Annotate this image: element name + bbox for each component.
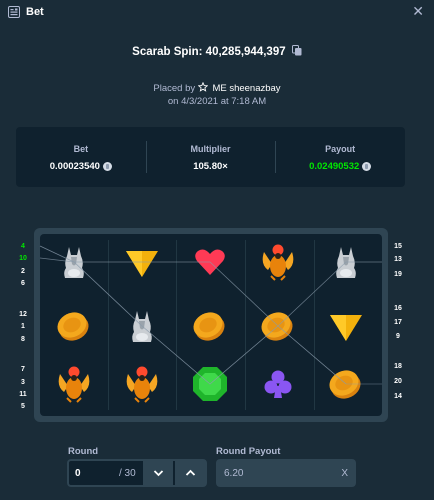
round-stepper: 0 / 30 bbox=[67, 459, 207, 487]
reel-divider bbox=[314, 240, 315, 410]
payline-number-right: 19 bbox=[394, 271, 402, 278]
reel-divider bbox=[176, 240, 177, 410]
payline-number-left: 1 bbox=[21, 323, 25, 330]
payline-number-left: 6 bbox=[21, 280, 25, 287]
reel-divider bbox=[245, 240, 246, 410]
game-name: Scarab Spin: bbox=[132, 46, 203, 58]
club-symbol bbox=[256, 362, 300, 406]
payout-value-row: 0.02490532 bbox=[309, 161, 372, 172]
multiplier-label: Multiplier bbox=[190, 144, 231, 154]
placed-prefix: Placed by bbox=[153, 83, 196, 94]
payline-number-left: 2 bbox=[21, 268, 25, 275]
scarab-symbol bbox=[256, 240, 300, 284]
scarab-symbol bbox=[52, 362, 96, 406]
coin-icon bbox=[362, 162, 372, 171]
previous-round-button[interactable] bbox=[143, 461, 173, 485]
star-icon bbox=[197, 82, 208, 92]
close-icon[interactable]: ✕ bbox=[412, 4, 424, 18]
payline-number-left: 8 bbox=[21, 336, 25, 343]
bet-stats-panel: Bet 0.00023540 Multiplier 105.80× Payout… bbox=[16, 127, 405, 187]
payline-number-left: 12 bbox=[19, 311, 27, 318]
reel-divider bbox=[108, 240, 109, 410]
jackal-symbol bbox=[324, 240, 368, 284]
title-bar: Bet ✕ bbox=[0, 0, 434, 24]
chevron-up-icon bbox=[185, 469, 195, 476]
bet-heading: Scarab Spin: 40,285,944,397 bbox=[0, 45, 434, 58]
chevron-down-icon bbox=[153, 470, 163, 477]
bet-id: 40,285,944,397 bbox=[205, 46, 286, 58]
copy-icon[interactable] bbox=[291, 45, 302, 56]
next-round-button[interactable] bbox=[175, 461, 205, 485]
round-payout-value: 6.20 bbox=[224, 467, 244, 479]
heart-symbol bbox=[188, 240, 232, 284]
round-label: Round bbox=[68, 446, 99, 457]
multiplier-value: 105.80× bbox=[193, 161, 228, 172]
pyramid-symbol bbox=[324, 304, 368, 348]
jackal-symbol bbox=[52, 240, 96, 284]
scarab-symbol bbox=[120, 362, 164, 406]
placed-info: Placed by ME sheenazbay on 4/3/2021 at 7… bbox=[0, 82, 434, 108]
payline-number-left: 3 bbox=[21, 379, 25, 386]
multiplier-stat: Multiplier 105.80× bbox=[145, 127, 276, 187]
coin-symbol bbox=[52, 304, 96, 348]
bet-icon bbox=[8, 6, 20, 18]
coin-symbol bbox=[188, 304, 232, 348]
payout-value: 0.02490532 bbox=[309, 161, 360, 172]
round-payout-field: 6.20 X bbox=[216, 459, 356, 487]
coin-icon bbox=[102, 162, 112, 171]
coin-symbol bbox=[256, 304, 300, 348]
payline-number-left: 4 bbox=[21, 243, 25, 250]
payline-number-right: 17 bbox=[394, 319, 402, 326]
payline-number-left: 5 bbox=[21, 403, 25, 410]
username-link[interactable]: ME sheenazbay bbox=[212, 83, 280, 94]
payline-number-right: 13 bbox=[394, 256, 402, 263]
payline-number-right: 20 bbox=[394, 378, 402, 385]
window-title: Bet bbox=[26, 6, 44, 18]
payout-stat: Payout 0.02490532 bbox=[275, 127, 405, 187]
round-input[interactable]: 0 bbox=[69, 468, 119, 479]
payline-number-left: 11 bbox=[19, 391, 27, 398]
payout-label: Payout bbox=[325, 144, 356, 154]
payline-number-right: 9 bbox=[396, 333, 400, 340]
payline-number-right: 16 bbox=[394, 305, 402, 312]
round-total: / 30 bbox=[119, 467, 136, 479]
bet-value: 0.00023540 bbox=[49, 161, 100, 172]
bet-value-row: 0.00023540 bbox=[50, 161, 112, 172]
payline-number-left: 10 bbox=[19, 255, 27, 262]
placed-date: on 4/3/2021 at 7:18 AM bbox=[167, 96, 267, 107]
coin-symbol bbox=[324, 362, 368, 406]
bet-label: Bet bbox=[73, 144, 89, 154]
emerald-symbol bbox=[188, 362, 232, 406]
payline-number-left: 7 bbox=[21, 366, 25, 373]
pyramid-symbol bbox=[120, 240, 164, 284]
multiplier-suffix: X bbox=[341, 467, 348, 479]
bet-stat: Bet 0.00023540 bbox=[16, 127, 146, 187]
payline-number-right: 18 bbox=[394, 363, 402, 370]
payline-number-right: 14 bbox=[394, 393, 402, 400]
payline-number-right: 15 bbox=[394, 243, 402, 250]
round-payout-label: Round Payout bbox=[216, 446, 281, 457]
jackal-symbol bbox=[120, 304, 164, 348]
